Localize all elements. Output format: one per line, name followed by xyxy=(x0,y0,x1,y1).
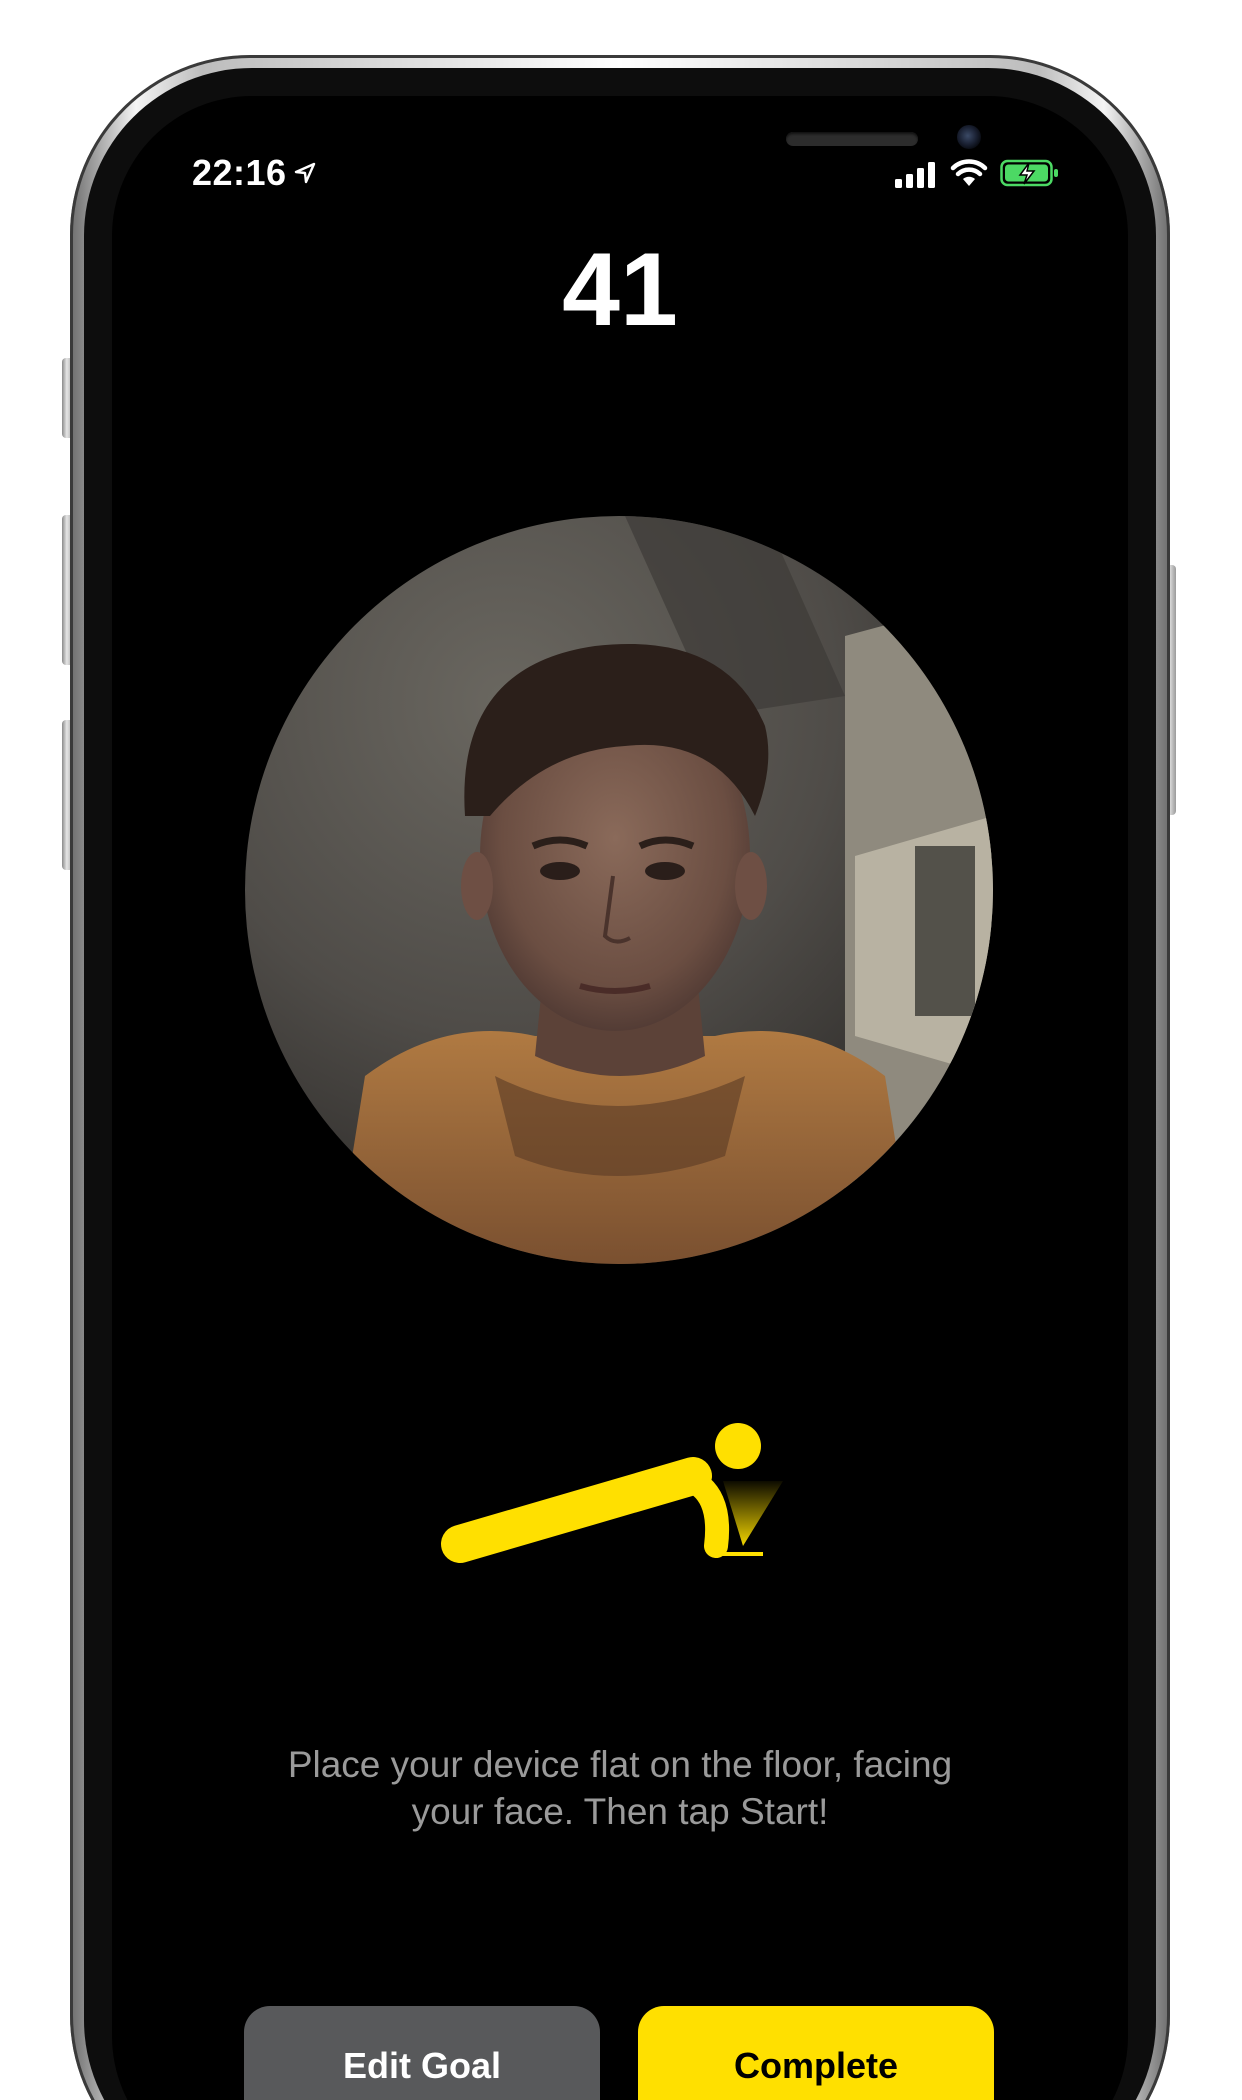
instruction-line-2: your face. Then tap Start! xyxy=(411,1791,829,1832)
location-arrow-icon xyxy=(294,162,316,184)
pushup-figure-icon xyxy=(441,1423,783,1563)
battery-charging-icon xyxy=(1000,159,1058,187)
complete-button[interactable]: Complete xyxy=(638,2006,994,2100)
cellular-signal-icon xyxy=(895,162,935,188)
earpiece-speaker xyxy=(786,132,918,146)
instruction-text: Place your device flat on the floor, fac… xyxy=(220,1741,1020,1835)
device-mockup: 22:16 41 Place your device flat on the f… xyxy=(0,0,1242,2100)
status-time: 22:16 xyxy=(192,152,287,193)
notch xyxy=(350,96,981,196)
wifi-icon xyxy=(950,159,988,186)
camera-preview xyxy=(245,516,993,1264)
instruction-line-1: Place your device flat on the floor, fac… xyxy=(287,1744,953,1785)
pushup-counter: 41 xyxy=(562,232,678,348)
app-screen: 22:16 41 Place your device flat on the f… xyxy=(112,96,1128,2100)
front-camera-lens xyxy=(957,125,981,149)
edit-goal-button[interactable]: Edit Goal xyxy=(244,2006,600,2100)
